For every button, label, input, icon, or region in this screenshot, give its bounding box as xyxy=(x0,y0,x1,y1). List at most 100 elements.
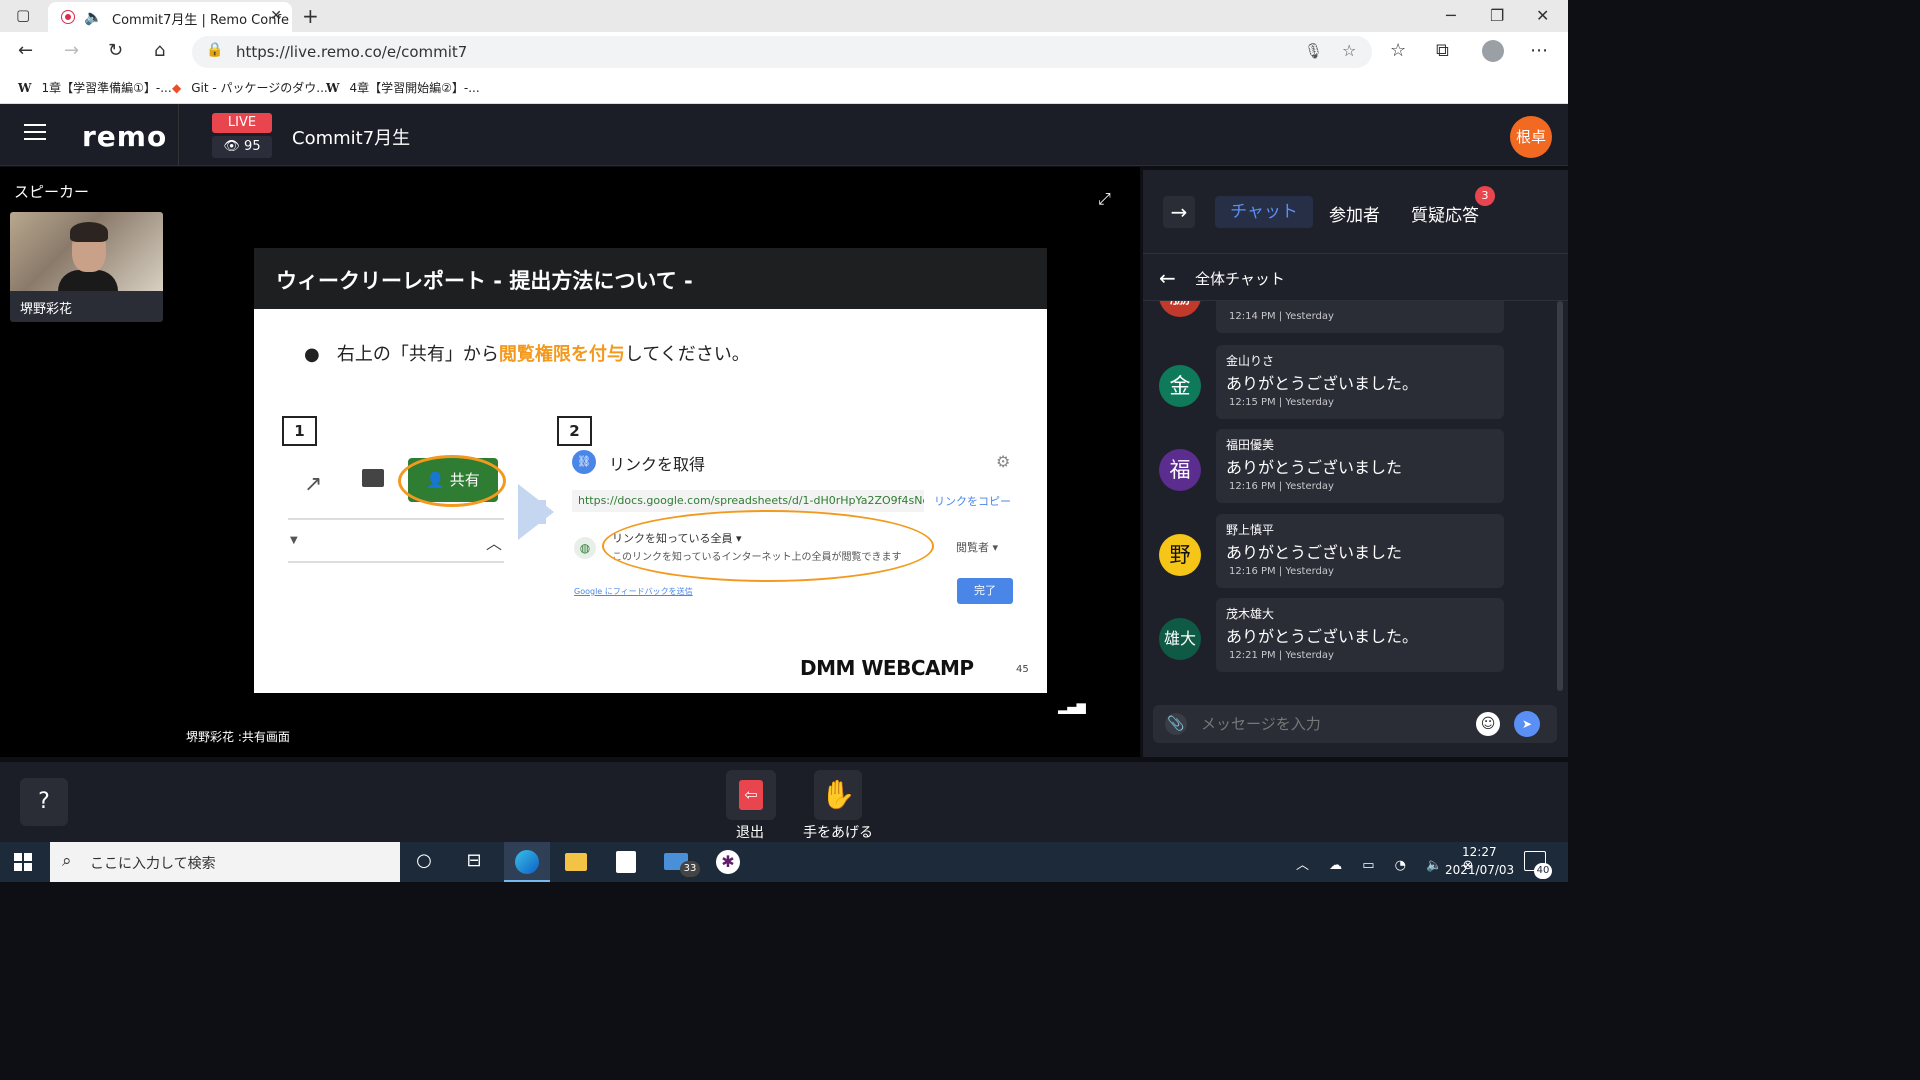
message-composer: 📎 ☺ ➤ xyxy=(1153,705,1557,743)
collections-icon[interactable]: ⧉ xyxy=(1436,40,1449,61)
highlight-ring xyxy=(398,455,506,507)
remo-logo: remo xyxy=(82,120,168,153)
chat-message-list[interactable]: 脇 12:14 PM | Yesterday 金 金山りさ ありがとうございまし… xyxy=(1143,301,1568,696)
sender-avatar: 福 xyxy=(1159,449,1201,491)
slide-bullet: ● 右上の「共有」から閲覧権限を付与してください。 xyxy=(304,344,750,365)
close-window-icon[interactable]: ✕ xyxy=(1536,6,1549,25)
sender-name: 野上慎平 xyxy=(1226,523,1275,537)
gear-icon: ⚙ xyxy=(996,452,1011,471)
url-text: https://live.remo.co/e/commit7 xyxy=(236,43,468,61)
search-icon: ⌕ xyxy=(62,851,72,871)
close-tab-icon[interactable]: ✕ xyxy=(270,8,282,24)
control-bar: ? ⇦ 退出 ✋ 手をあげる xyxy=(0,762,1568,842)
chat-message: 脇 12:14 PM | Yesterday xyxy=(1143,301,1568,334)
step-1-box: 1 xyxy=(282,416,317,446)
exit-icon: ⇦ xyxy=(739,780,763,810)
edge-taskbar-button[interactable] xyxy=(504,842,550,882)
slide-title: ウィークリーレポート - 提出方法について - xyxy=(276,269,693,293)
speaker-name: 堺野彩花 xyxy=(20,302,73,317)
favorites-icon[interactable]: ☆ xyxy=(1390,40,1406,61)
mail-badge: 33 xyxy=(680,861,700,877)
hamburger-menu-icon[interactable] xyxy=(24,124,46,142)
taskbar-search[interactable]: ⌕ ここに入力して検索 xyxy=(50,842,400,882)
chat-message: 雄大 茂木雄大 ありがとうございました。 12:21 PM | Yesterda… xyxy=(1143,598,1568,673)
slide-header: ウィークリーレポート - 提出方法について - xyxy=(254,248,1047,309)
clock-date[interactable]: 2021/07/03 xyxy=(1445,863,1514,877)
raise-hand-button[interactable]: ✋ xyxy=(814,770,862,820)
globe-icon: ◍ xyxy=(574,537,596,559)
fullscreen-icon[interactable]: ⤢ xyxy=(1098,189,1111,209)
sender-name: 茂木雄大 xyxy=(1226,607,1275,621)
tab-participants[interactable]: 参加者 xyxy=(1329,201,1380,226)
bookmark-favicon-icon: W xyxy=(326,81,340,95)
url-field[interactable]: 🔒 https://live.remo.co/e/commit7 🎙 ☆ xyxy=(192,36,1372,68)
speaker-icon[interactable]: 🔈 xyxy=(84,8,103,26)
browser-tab[interactable]: 🔈 Commit7月生 | Remo Confe ✕ xyxy=(48,2,292,32)
slack-icon[interactable]: ✱ xyxy=(716,850,740,874)
message-time: 12:16 PM | Yesterday xyxy=(1229,566,1334,577)
bookmark-item[interactable]: W 4章【学習開始編②】-... xyxy=(326,79,480,96)
feedback-link: Google にフィードバックを送信 xyxy=(574,587,693,596)
paperclip-icon[interactable]: 📎 xyxy=(1165,713,1187,735)
more-icon[interactable]: ⋯ xyxy=(1530,40,1548,61)
bookmark-item[interactable]: W 1章【学習準備編①】-... xyxy=(18,79,172,96)
bookmark-item[interactable]: ◆ Git - パッケージのダウ... xyxy=(172,79,328,96)
search-placeholder: ここに入力して検索 xyxy=(90,856,216,872)
file-explorer-icon[interactable] xyxy=(565,853,587,871)
eye-icon: 👁 xyxy=(223,139,245,154)
back-arrow-icon[interactable]: ← xyxy=(1159,266,1176,290)
new-tab-icon[interactable]: + xyxy=(302,4,319,28)
tab-qa[interactable]: 質疑応答 xyxy=(1411,201,1479,226)
minimize-icon[interactable]: ─ xyxy=(1446,6,1456,25)
message-bubble: 茂木雄大 ありがとうございました。 12:21 PM | Yesterday xyxy=(1216,598,1504,672)
exit-button[interactable]: ⇦ xyxy=(726,770,776,820)
step-2-box: 2 xyxy=(557,416,592,446)
user-avatar[interactable]: 根卓 xyxy=(1510,116,1552,158)
browser-tab-bar: ▢ 🔈 Commit7月生 | Remo Confe ✕ + ─ ❐ ✕ xyxy=(0,0,1568,32)
cortana-icon[interactable]: ○ xyxy=(412,850,436,871)
reload-icon[interactable]: ↻ xyxy=(108,40,123,61)
signal-strength-icon: ▂▄▆ xyxy=(1058,700,1086,714)
clock-time[interactable]: 12:27 xyxy=(1462,845,1497,859)
dmm-webcamp-logo: DMM WEBCAMP xyxy=(800,656,974,680)
event-title: Commit7月生 xyxy=(292,128,411,149)
windows-taskbar: ⌕ ここに入力して検索 ○ ⊟ 33 ✱ ︿ ☁ ▭ ◔ 🔈 ⊗ 12:27 2… xyxy=(0,842,1568,882)
chat-scrollbar[interactable] xyxy=(1557,301,1563,691)
home-icon[interactable]: ⌂ xyxy=(154,40,165,61)
done-button-example: 完了 xyxy=(957,578,1013,604)
message-time: 12:15 PM | Yesterday xyxy=(1229,397,1334,408)
windows-start-icon[interactable] xyxy=(14,853,32,871)
message-text: ありがとうございました。 xyxy=(1226,627,1419,646)
sender-avatar: 雄大 xyxy=(1159,618,1201,660)
sender-name: 福田優美 xyxy=(1226,438,1275,452)
message-text: ありがとうございました xyxy=(1226,543,1403,562)
tab-chat[interactable]: チャット xyxy=(1215,196,1313,228)
task-view-icon[interactable]: ⊟ xyxy=(462,850,486,871)
help-button[interactable]: ? xyxy=(20,778,68,826)
sender-name: 金山りさ xyxy=(1226,354,1275,368)
shared-slide: ウィークリーレポート - 提出方法について - ● 右上の「共有」から閲覧権限を… xyxy=(254,248,1047,693)
copy-link-text: リンクをコピー xyxy=(934,495,1011,508)
screen-share-label: 堺野彩花 :共有画面 xyxy=(186,730,290,744)
profile-icon[interactable] xyxy=(1482,40,1504,62)
tab-actions-icon[interactable]: ▢ xyxy=(16,6,30,24)
bookmark-favicon-icon: W xyxy=(18,81,32,95)
forward-icon[interactable]: → xyxy=(64,40,79,61)
microphone-icon[interactable]: 🎙 xyxy=(1304,42,1323,60)
lock-icon[interactable]: 🔒 xyxy=(206,42,223,58)
chat-title: 全体チャット xyxy=(1195,270,1285,288)
back-icon[interactable]: ← xyxy=(18,40,33,61)
add-favorite-icon[interactable]: ☆ xyxy=(1342,41,1356,60)
trend-icon: ↗ xyxy=(304,472,323,497)
maximize-icon[interactable]: ❐ xyxy=(1490,6,1504,25)
emoji-icon[interactable]: ☺ xyxy=(1476,712,1500,736)
sender-avatar: 金 xyxy=(1159,365,1201,407)
message-input[interactable] xyxy=(1201,710,1461,738)
send-button[interactable]: ➤ xyxy=(1514,711,1540,737)
speaker-video xyxy=(10,212,163,291)
message-time: 12:16 PM | Yesterday xyxy=(1229,481,1334,492)
speaker-tile[interactable]: 堺野彩花 xyxy=(10,212,163,322)
store-icon[interactable] xyxy=(616,851,636,873)
viewer-count: 👁 95 xyxy=(212,136,272,158)
collapse-sidebar-button[interactable]: → xyxy=(1163,196,1195,228)
